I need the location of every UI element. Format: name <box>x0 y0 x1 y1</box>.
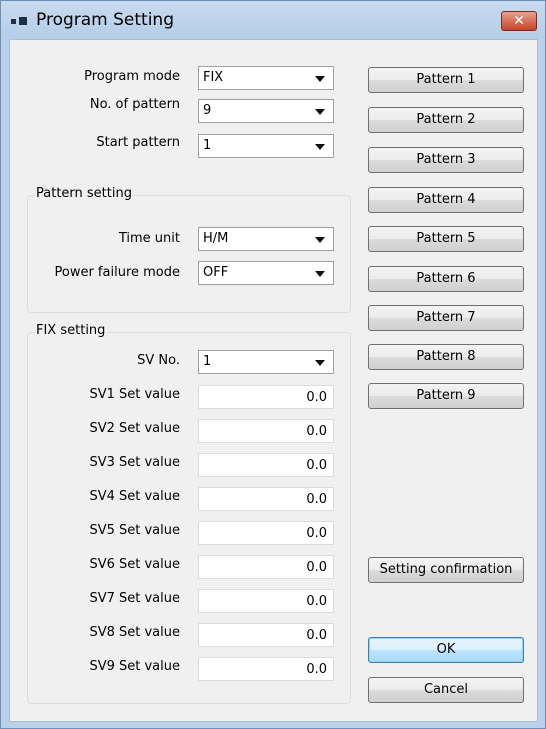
chevron-down-icon <box>315 76 325 82</box>
sv4-value: 0.0 <box>306 492 327 507</box>
sv7-value: 0.0 <box>306 594 327 609</box>
sv8-value: 0.0 <box>306 628 327 643</box>
sv5-value: 0.0 <box>306 526 327 541</box>
no-of-pattern-select[interactable]: 9 <box>198 99 334 123</box>
start-pattern-label: Start pattern <box>96 135 180 150</box>
app-window-icon <box>11 17 31 26</box>
sv9-input[interactable]: 0.0 <box>198 657 334 681</box>
pattern-setting-group <box>27 195 351 313</box>
pattern-3-button[interactable]: Pattern 3 <box>368 147 524 173</box>
sv9-value: 0.0 <box>306 662 327 677</box>
program-setting-dialog: Program Setting ✕ Program mode FIX No. o… <box>0 0 546 729</box>
sv1-label: SV1 Set value <box>89 387 180 402</box>
sv5-label: SV5 Set value <box>89 523 180 538</box>
sv4-input[interactable]: 0.0 <box>198 487 334 511</box>
program-mode-select[interactable]: FIX <box>198 66 334 90</box>
sv6-value: 0.0 <box>306 560 327 575</box>
time-unit-value: H/M <box>203 231 229 246</box>
program-mode-label: Program mode <box>84 69 180 84</box>
program-mode-value: FIX <box>203 70 224 85</box>
sv2-input[interactable]: 0.0 <box>198 419 334 443</box>
pattern-4-button[interactable]: Pattern 4 <box>368 187 524 213</box>
cancel-button[interactable]: Cancel <box>368 677 524 703</box>
start-pattern-select[interactable]: 1 <box>198 134 334 158</box>
pattern-5-button[interactable]: Pattern 5 <box>368 226 524 252</box>
no-of-pattern-label: No. of pattern <box>89 97 180 112</box>
sv2-value: 0.0 <box>306 424 327 439</box>
pattern-6-button[interactable]: Pattern 6 <box>368 266 524 292</box>
sv7-label: SV7 Set value <box>89 591 180 606</box>
pattern-8-button[interactable]: Pattern 8 <box>368 344 524 370</box>
setting-confirmation-button[interactable]: Setting confirmation <box>368 557 524 583</box>
sv3-input[interactable]: 0.0 <box>198 453 334 477</box>
sv3-value: 0.0 <box>306 458 327 473</box>
window-title: Program Setting <box>36 10 175 30</box>
power-failure-mode-value: OFF <box>203 265 229 280</box>
sv6-label: SV6 Set value <box>89 557 180 572</box>
sv-no-select[interactable]: 1 <box>198 350 334 374</box>
pattern-7-button[interactable]: Pattern 7 <box>368 305 524 331</box>
no-of-pattern-value: 9 <box>203 103 212 118</box>
close-button[interactable]: ✕ <box>501 11 537 31</box>
chevron-down-icon <box>315 271 325 277</box>
sv1-input[interactable]: 0.0 <box>198 385 334 409</box>
sv8-input[interactable]: 0.0 <box>198 623 334 647</box>
sv1-value: 0.0 <box>306 390 327 405</box>
sv5-input[interactable]: 0.0 <box>198 521 334 545</box>
pattern-setting-title: Pattern setting <box>34 186 134 201</box>
title-bar[interactable]: Program Setting ✕ <box>1 1 545 39</box>
time-unit-select[interactable]: H/M <box>198 227 334 251</box>
power-failure-mode-select[interactable]: OFF <box>198 261 334 285</box>
pattern-1-button[interactable]: Pattern 1 <box>368 67 524 93</box>
sv2-label: SV2 Set value <box>89 421 180 436</box>
sv9-label: SV9 Set value <box>89 659 180 674</box>
chevron-down-icon <box>315 109 325 115</box>
sv8-label: SV8 Set value <box>89 625 180 640</box>
pattern-9-button[interactable]: Pattern 9 <box>368 383 524 409</box>
chevron-down-icon <box>315 237 325 243</box>
sv7-input[interactable]: 0.0 <box>198 589 334 613</box>
pattern-2-button[interactable]: Pattern 2 <box>368 107 524 133</box>
chevron-down-icon <box>315 144 325 150</box>
time-unit-label: Time unit <box>118 231 180 246</box>
close-icon: ✕ <box>513 13 525 29</box>
ok-button[interactable]: OK <box>368 637 524 663</box>
sv4-label: SV4 Set value <box>89 489 180 504</box>
start-pattern-value: 1 <box>203 138 212 153</box>
chevron-down-icon <box>315 360 325 366</box>
sv-no-value: 1 <box>203 354 212 369</box>
power-failure-mode-label: Power failure mode <box>54 265 181 280</box>
sv-no-label: SV No. <box>137 353 180 368</box>
dialog-body: Program mode FIX No. of pattern 9 Start … <box>9 39 538 722</box>
sv3-label: SV3 Set value <box>89 455 180 470</box>
fix-setting-title: FIX setting <box>34 323 108 338</box>
sv6-input[interactable]: 0.0 <box>198 555 334 579</box>
